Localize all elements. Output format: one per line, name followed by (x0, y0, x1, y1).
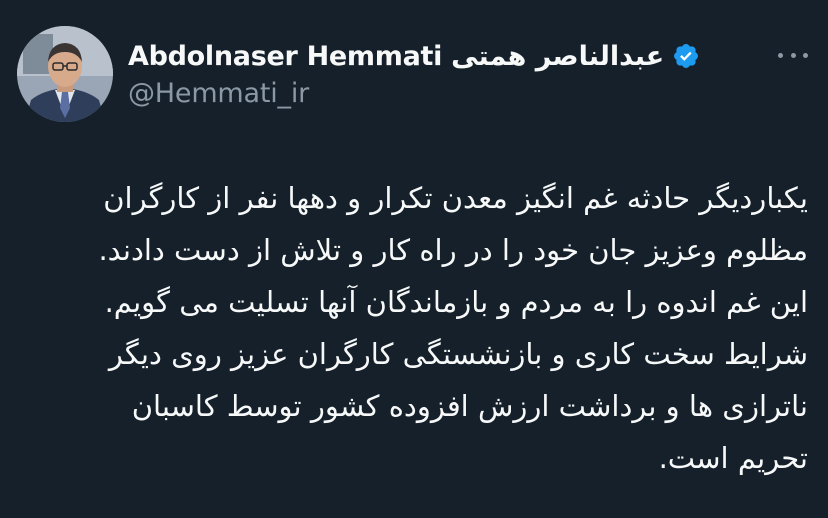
avatar[interactable] (17, 26, 113, 122)
tweet-text-line: یکباردیگر حادثه غم انگیز معدن تکرار و ده… (103, 181, 808, 215)
tweet-text: یکباردیگر حادثه غم انگیز معدن تکرار و ده… (98, 172, 808, 484)
more-options-icon[interactable] (778, 46, 808, 64)
author-name-row[interactable]: Abdolnaser Hemmati عبدالناصر همتی (128, 36, 700, 76)
more-dot (803, 52, 808, 58)
more-dot (778, 52, 783, 58)
more-dot (790, 52, 796, 58)
verified-badge-icon[interactable] (672, 42, 700, 70)
tweet-text-line: ناترازی ها و برداشت ارزش افزوده کشور توس… (131, 389, 808, 423)
tweet-card: Abdolnaser Hemmati عبدالناصر همتی @Hemma… (0, 0, 828, 518)
author-handle[interactable]: @Hemmati_ir (128, 78, 309, 109)
author-display-name[interactable]: Abdolnaser Hemmati عبدالناصر همتی (128, 41, 665, 72)
tweet-text-line: مظلوم وعزیز جان خود را در راه کار و تلاش… (98, 233, 808, 267)
tweet-text-line: این غم اندوه را به مردم و بازماندگان آنه… (104, 285, 808, 319)
avatar-image (17, 26, 113, 122)
tweet-text-line: تحریم است. (658, 441, 808, 475)
tweet-text-line: شرایط سخت کاری و بازنشستگی کارگران عزیز … (108, 337, 808, 371)
